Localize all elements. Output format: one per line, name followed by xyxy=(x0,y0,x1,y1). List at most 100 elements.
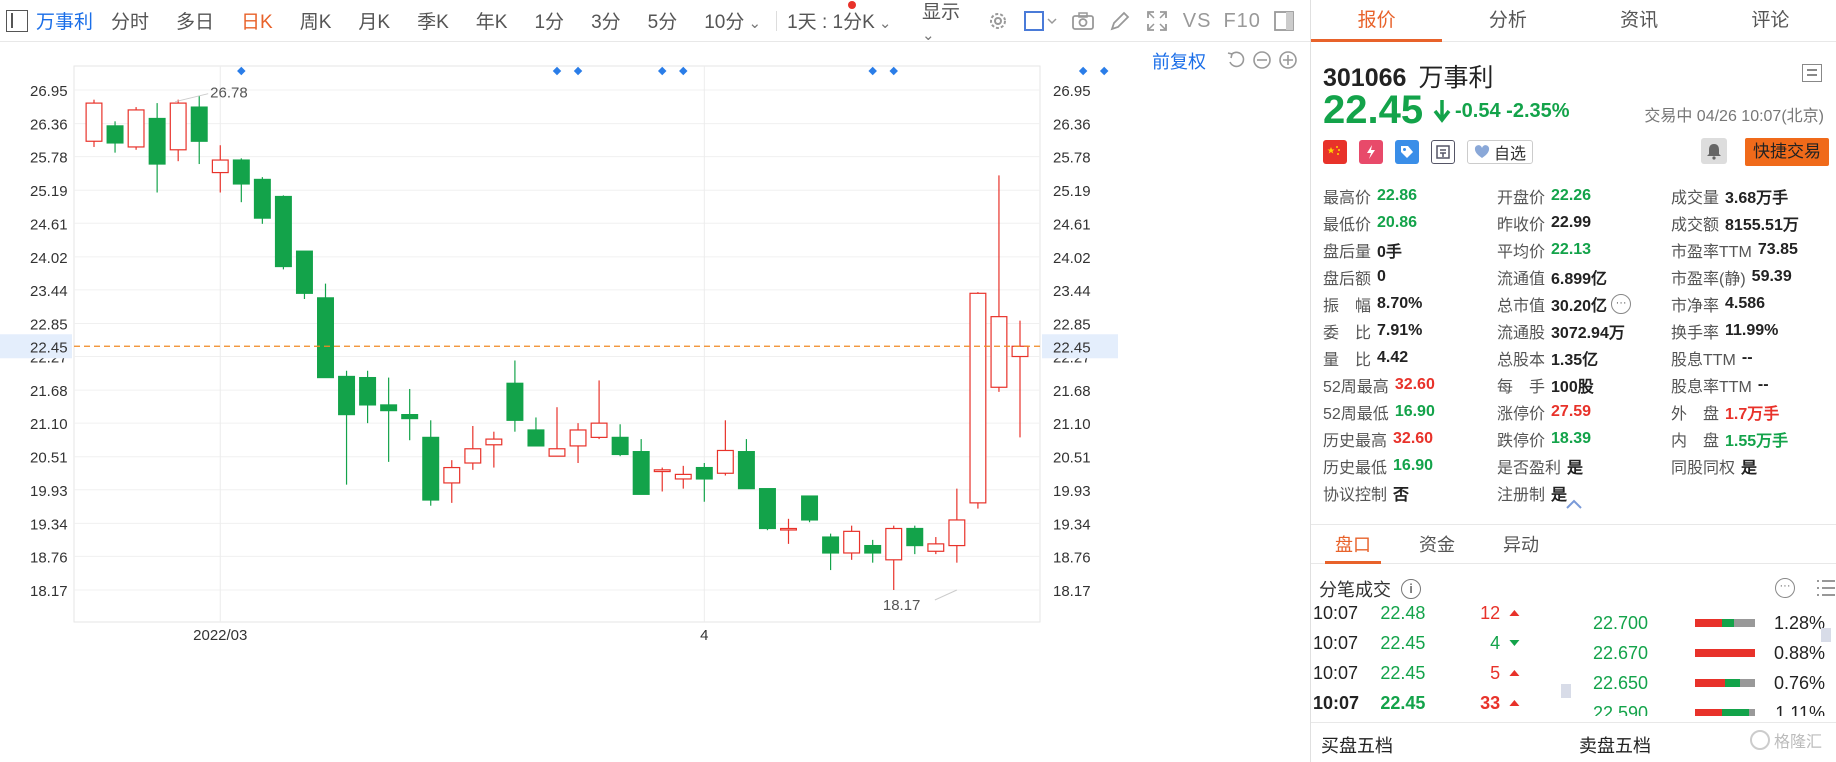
subtab-capital[interactable]: 资金 xyxy=(1395,525,1479,563)
trades-scrollbar[interactable] xyxy=(1561,684,1571,698)
menu-list-icon[interactable] xyxy=(1802,64,1822,82)
draw-pencil-icon[interactable] xyxy=(1109,9,1132,33)
candle-body xyxy=(695,466,713,480)
toolbar-stock-name[interactable]: 万事利 xyxy=(36,7,93,34)
fullscreen-icon[interactable] xyxy=(1146,9,1169,33)
quote-field-label: 总股本 xyxy=(1497,351,1546,369)
period-tab-quarterly[interactable]: 季K xyxy=(417,7,449,34)
quote-field-value: 4.586 xyxy=(1725,294,1766,312)
multi-period-select[interactable]: 1天 : 1分K xyxy=(787,7,891,34)
reset-view-icon[interactable] xyxy=(1226,50,1246,70)
candle-body xyxy=(106,125,124,144)
period-tab-weekly[interactable]: 周K xyxy=(300,7,332,34)
candlestick-chart[interactable]: 26.95 26.95 26.36 26.36 25.78 25.78 25.19 25.19… xyxy=(0,42,1310,762)
quote-field-value: 8155.51万 xyxy=(1725,216,1799,234)
quote-field: 总市值 30.20亿 ··· xyxy=(1497,290,1671,317)
panel-toggle-icon[interactable] xyxy=(6,9,28,32)
depth-scrollbar[interactable] xyxy=(1821,628,1831,642)
info-icon[interactable]: i xyxy=(1401,579,1421,599)
price-alert-bell-icon[interactable] xyxy=(1701,138,1727,164)
sell-five-levels[interactable]: 卖盘五档 xyxy=(1579,732,1651,758)
tab-analysis[interactable]: 分析 xyxy=(1442,0,1573,41)
period-tab-yearly[interactable]: 年K xyxy=(476,7,508,34)
price-change: -0.54 -2.35% xyxy=(1455,100,1570,123)
period-tab-5min[interactable]: 5分 xyxy=(648,7,678,34)
more-options-icon[interactable]: ··· xyxy=(1775,578,1795,598)
candle-body xyxy=(169,102,187,151)
f10-button[interactable]: F10 xyxy=(1223,10,1260,33)
side-panel-icon[interactable] xyxy=(1273,9,1296,33)
tab-news[interactable]: 资讯 xyxy=(1574,0,1705,41)
tab-quote[interactable]: 报价 xyxy=(1311,0,1443,42)
event-marker xyxy=(1078,66,1088,76)
candle-body xyxy=(674,473,692,480)
trade-time: 10:07 xyxy=(1313,692,1360,713)
tab-comments[interactable]: 评论 xyxy=(1705,0,1836,41)
display-select[interactable]: 显示 xyxy=(922,0,975,46)
period-tab-3min[interactable]: 3分 xyxy=(591,7,621,34)
y-tick-label-right: 20.51 xyxy=(1053,450,1091,467)
period-tab-intraday[interactable]: 分时 xyxy=(111,7,149,34)
y-tick-label-right: 18.17 xyxy=(1053,583,1091,600)
quote-field-value: 是 xyxy=(1567,459,1584,477)
candle-body xyxy=(716,449,734,474)
price-adjust-button[interactable]: 前复权 xyxy=(1152,48,1206,74)
y-tick-label-left: 24.02 xyxy=(30,250,68,267)
candle-body xyxy=(274,195,292,268)
quote-field: 同股同权是 xyxy=(1671,452,1833,479)
toolbar-divider xyxy=(776,10,778,31)
period-tab-monthly[interactable]: 月K xyxy=(358,7,390,34)
quote-field: 最高价 22.86 xyxy=(1323,182,1497,209)
quote-field-label: 流通值 xyxy=(1497,270,1546,288)
chart-style-select-icon[interactable] xyxy=(1023,9,1058,33)
quote-field: 流通值 6.899亿 xyxy=(1497,263,1671,290)
quote-field-row: 历史最低 16.90 是否盈利是同股同权是 xyxy=(1323,452,1833,479)
period-tab-daily[interactable]: 日K xyxy=(241,7,273,34)
depth-percent: 1.11% xyxy=(1775,702,1825,717)
quote-field-label: 盘后量 xyxy=(1323,243,1372,261)
period-tab-1min[interactable]: 1分 xyxy=(534,7,564,34)
quote-field-value: 30.20亿 xyxy=(1551,297,1608,315)
depth-bar xyxy=(1695,709,1755,716)
quote-field: 总股本 1.35亿 xyxy=(1497,344,1671,371)
subtab-orderbook[interactable]: 盘口 xyxy=(1311,525,1395,564)
current-price-label-left: 22.45 xyxy=(30,339,68,356)
period-tab-multiday[interactable]: 多日 xyxy=(176,7,214,34)
period-tab-10min[interactable]: 10分 xyxy=(704,7,761,34)
quote-field-value: 8.70% xyxy=(1377,294,1423,312)
y-tick-label-left: 23.44 xyxy=(30,283,68,300)
buy-five-levels[interactable]: 买盘五档 xyxy=(1321,732,1393,758)
compare-vs-button[interactable]: VS xyxy=(1183,10,1212,33)
collapse-chevron-up-icon[interactable] xyxy=(1565,498,1583,510)
quote-field: 市盈率(静) 59.39 xyxy=(1671,263,1833,290)
connect-program-icon[interactable] xyxy=(1359,140,1383,164)
quote-field-value: 7.91% xyxy=(1377,321,1423,339)
zoom-in-icon[interactable] xyxy=(1278,50,1298,70)
tag-icon[interactable] xyxy=(1395,140,1419,164)
more-dots-icon[interactable]: ··· xyxy=(1611,293,1632,314)
quote-field-value: 20.86 xyxy=(1377,213,1418,231)
quote-field-value: 是 xyxy=(1741,459,1758,477)
subtab-unusual[interactable]: 异动 xyxy=(1479,525,1563,563)
watermark-icon xyxy=(1749,730,1770,750)
quote-field: 52周最高 32.60 xyxy=(1323,371,1497,398)
zoom-out-icon[interactable] xyxy=(1252,50,1272,70)
y-tick-label-left: 20.51 xyxy=(30,450,68,467)
sell-down-triangle-icon xyxy=(1509,640,1520,646)
list-view-icon[interactable] xyxy=(1815,578,1836,598)
price-depth-list[interactable]: 22.700 1.28% 22.670 0.88% 22.650 0.76% 22.590 1… xyxy=(1581,608,1836,716)
tick-trades-list[interactable]: 10:07 22.48 12 10:07 22.45 4 10:07 22.45 5 10:07 2… xyxy=(1313,604,1523,716)
quote-field-label: 盘后额 xyxy=(1323,270,1372,288)
quote-field-label: 是否盈利 xyxy=(1497,459,1562,477)
quote-field-label: 最低价 xyxy=(1323,216,1372,234)
notes-icon[interactable] xyxy=(1431,140,1455,164)
trade-volume: 4 xyxy=(1490,632,1501,653)
quote-field-label: 52周最高 xyxy=(1323,378,1389,396)
camera-icon[interactable] xyxy=(1072,9,1095,33)
quick-trade-button[interactable]: 快捷交易 xyxy=(1745,138,1829,166)
settings-gear-icon[interactable] xyxy=(987,9,1010,33)
y-tick-label-left: 22.85 xyxy=(30,316,68,333)
quote-field-value: 73.85 xyxy=(1757,240,1798,258)
quote-field-value: 3.68万手 xyxy=(1725,189,1789,207)
add-watchlist-button[interactable]: 自选 xyxy=(1467,140,1534,164)
